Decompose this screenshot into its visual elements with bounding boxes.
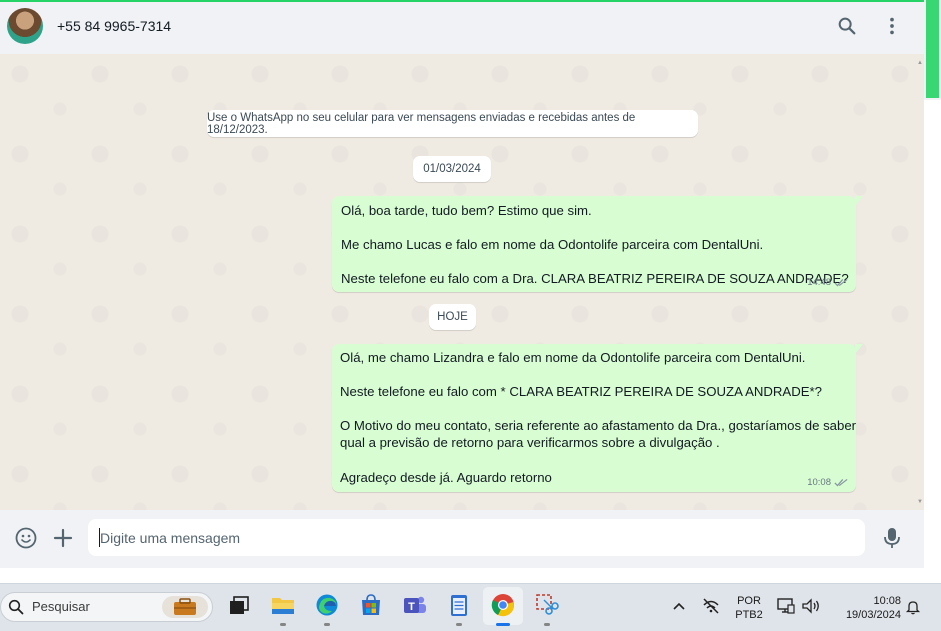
message-input-placeholder: Digite uma mensagem: [100, 530, 241, 546]
file-explorer-icon[interactable]: [270, 592, 296, 618]
page-scrollbar-thumb[interactable]: [926, 0, 939, 98]
plus-icon[interactable]: [52, 527, 74, 549]
message-time: 10:08: [807, 477, 831, 488]
kebab-menu-icon[interactable]: [881, 15, 903, 37]
teams-icon[interactable]: T: [402, 592, 428, 618]
clock-date: 19/03/2024: [845, 609, 901, 621]
bubble-tail: [855, 196, 863, 206]
message-meta: 14:48: [807, 277, 848, 288]
emoji-icon[interactable]: [14, 526, 38, 550]
message-line: Olá, boa tarde, tudo bem? Estimo que sim…: [341, 203, 592, 218]
double-check-icon: [834, 478, 848, 487]
microphone-icon[interactable]: [881, 526, 903, 550]
notepad-icon[interactable]: [446, 592, 472, 618]
search-icon: [8, 599, 24, 615]
snipping-tool-icon[interactable]: [534, 592, 560, 618]
clock-time: 10:08: [873, 595, 901, 607]
active-indicator: [496, 623, 510, 626]
task-view-icon[interactable]: [226, 592, 252, 618]
running-indicator: [456, 623, 462, 626]
chrome-icon[interactable]: [490, 592, 516, 618]
window-edge-lower: [924, 100, 941, 583]
system-notice-text: Use o WhatsApp no seu celular para ver m…: [207, 111, 636, 136]
message-line: Me chamo Lucas e falo em nome da Odontol…: [341, 237, 764, 252]
keyboard-layout: PTB2: [735, 609, 763, 621]
double-check-icon: [834, 278, 848, 287]
contact-name[interactable]: +55 84 9965-7314: [57, 18, 171, 34]
svg-text:T: T: [408, 601, 415, 613]
date-label: HOJE: [437, 311, 468, 323]
message-line: Agradeço desde já. Aguardo retorno: [340, 470, 552, 485]
message-line: qual a previsão de retorno para verifica…: [340, 435, 720, 450]
message-line: O Motivo do meu contato, seria referente…: [340, 418, 857, 433]
date-separator: HOJE: [429, 304, 476, 330]
briefcase-icon: [162, 596, 208, 618]
monitor-network-icon[interactable]: [777, 598, 795, 614]
scroll-down-arrow-icon[interactable]: ▼: [917, 499, 923, 505]
outgoing-message[interactable]: Olá, boa tarde, tudo bem? Estimo que sim…: [332, 196, 863, 292]
clock[interactable]: 10:08 19/03/2024: [833, 594, 901, 622]
message-line: Neste telefone eu falo com * CLARA BEATR…: [340, 384, 823, 399]
desktop-gap: [0, 568, 941, 583]
message-line: Olá, me chamo Lizandra e falo em nome da…: [340, 350, 806, 365]
taskbar-search-label: Pesquisar: [32, 599, 90, 614]
notification-bell-icon[interactable]: [905, 599, 921, 615]
date-label: 01/03/2024: [423, 163, 481, 175]
running-indicator: [544, 623, 550, 626]
chat-scrollbar[interactable]: [914, 54, 924, 510]
edge-icon[interactable]: [314, 592, 340, 618]
language-code: POR: [737, 595, 761, 607]
no-internet-icon[interactable]: [701, 597, 721, 615]
speaker-icon[interactable]: [801, 598, 821, 614]
message-time: 14:48: [807, 277, 831, 288]
outgoing-message[interactable]: Olá, me chamo Lizandra e falo em nome da…: [332, 344, 863, 492]
microsoft-store-icon[interactable]: [358, 592, 384, 618]
bubble-tail: [855, 344, 863, 354]
contact-avatar[interactable]: [7, 8, 43, 44]
chevron-up-icon[interactable]: [672, 600, 686, 612]
running-indicator: [324, 623, 330, 626]
message-meta: 10:08: [807, 477, 848, 488]
language-indicator[interactable]: POR PTB2: [732, 594, 766, 622]
date-separator: 01/03/2024: [413, 156, 491, 182]
message-line: Neste telefone eu falo com a Dra. CLARA …: [341, 271, 849, 286]
encryption-notice: Use o WhatsApp no seu celular para ver m…: [207, 110, 698, 137]
search-icon[interactable]: [836, 15, 858, 37]
running-indicator: [280, 623, 286, 626]
scroll-up-arrow-icon[interactable]: ▲: [917, 60, 923, 66]
